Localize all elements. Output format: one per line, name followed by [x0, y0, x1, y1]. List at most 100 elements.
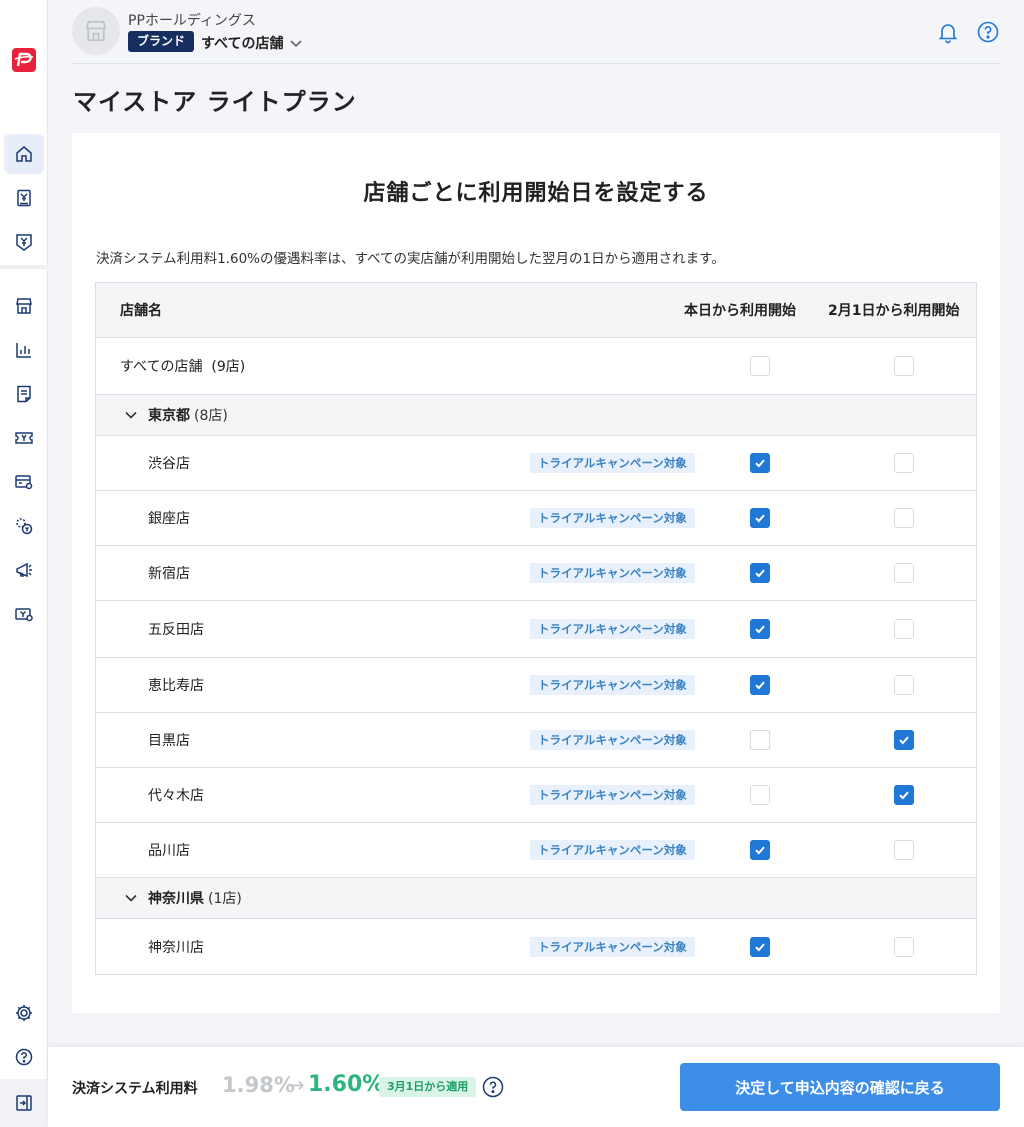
check-icon	[755, 846, 765, 855]
chevron-down-icon	[290, 40, 302, 48]
group-row[interactable]: 東京都 (8店)	[96, 395, 976, 436]
store-icon	[16, 298, 32, 314]
sidebar-item-card-settings[interactable]	[4, 462, 44, 502]
start-feb1-checkbox[interactable]	[894, 675, 914, 695]
start-feb1-checkbox[interactable]	[894, 730, 914, 750]
start-today-checkbox[interactable]	[750, 785, 770, 805]
store-row: 銀座店 トライアルキャンペーン対象	[96, 491, 976, 546]
chevron-down-icon[interactable]	[124, 408, 138, 422]
header-start-today: 本日から利用開始	[684, 303, 796, 319]
sidebar-divider	[0, 265, 48, 269]
table-header-row: 店舗名 本日から利用開始 2月1日から利用開始	[96, 283, 976, 338]
store-selector-label: すべての店舗	[201, 36, 284, 52]
group-row[interactable]: 神奈川県 (1店)	[96, 878, 976, 919]
sidebar-item-coupon[interactable]	[4, 418, 44, 458]
megaphone-icon	[16, 562, 32, 578]
store-selector[interactable]: すべての店舗	[201, 33, 303, 53]
card-description: 決済システム利用料1.60%の優遇料率は、すべての実店舗が利用開始した翌月の1日…	[96, 251, 725, 267]
start-today-checkbox[interactable]	[750, 453, 770, 473]
sidebar-item-promotion[interactable]	[4, 550, 44, 590]
gear-icon	[16, 1005, 32, 1021]
start-today-checkbox[interactable]	[750, 730, 770, 750]
start-feb1-checkbox[interactable]	[894, 563, 914, 583]
all-stores-today-checkbox[interactable]	[750, 356, 770, 376]
store-row: 新宿店 トライアルキャンペーン対象	[96, 546, 976, 601]
start-today-checkbox[interactable]	[750, 675, 770, 695]
store-name: 恵比寿店	[148, 678, 204, 694]
chevron-down-icon[interactable]	[124, 891, 138, 905]
check-icon	[755, 943, 765, 951]
sidebar-item-documents[interactable]	[4, 374, 44, 414]
sidebar-item-home[interactable]	[4, 134, 44, 174]
store-name: 銀座店	[148, 511, 190, 527]
ticket-icon	[15, 432, 33, 444]
sidebar-item-settings[interactable]	[4, 993, 44, 1033]
start-feb1-checkbox[interactable]	[894, 785, 914, 805]
group-label: 神奈川県 (1店)	[148, 888, 242, 908]
all-stores-feb1-checkbox[interactable]	[894, 356, 914, 376]
start-today-checkbox[interactable]	[750, 563, 770, 583]
start-today-checkbox[interactable]	[750, 840, 770, 860]
store-name: 渋谷店	[148, 456, 190, 472]
check-icon	[899, 791, 909, 800]
store-row: 品川店 トライアルキャンペーン対象	[96, 823, 976, 878]
trial-campaign-tag: トライアルキャンペーン対象	[530, 785, 695, 805]
check-icon	[755, 459, 765, 468]
store-row: 渋谷店 トライアルキャンペーン対象	[96, 436, 976, 491]
sidebar-item-points[interactable]	[4, 506, 44, 546]
brand-badge: ブランド	[128, 31, 195, 52]
start-feb1-checkbox[interactable]	[894, 453, 914, 473]
all-stores-row: すべての店舗 (9店)	[96, 338, 976, 395]
sidebar-item-help[interactable]	[4, 1037, 44, 1077]
trial-campaign-tag: トライアルキャンペーン対象	[530, 936, 695, 957]
cash-settings-icon	[15, 608, 33, 622]
store-name: 神奈川店	[148, 939, 204, 956]
start-today-checkbox[interactable]	[750, 619, 770, 639]
bell-icon[interactable]	[936, 20, 960, 44]
sidebar-item-cash-settings[interactable]	[4, 594, 44, 634]
trial-campaign-tag: トライアルキャンペーン対象	[530, 730, 695, 750]
start-feb1-checkbox[interactable]	[894, 936, 914, 957]
logout-icon	[16, 1095, 32, 1111]
help-icon[interactable]	[976, 20, 1000, 44]
submit-button[interactable]: 決定して申込内容の確認に戻る	[680, 1063, 1000, 1111]
group-count: (1店)	[208, 891, 242, 907]
sidebar-item-sales[interactable]	[4, 178, 44, 218]
sidebar	[0, 0, 48, 1127]
check-icon	[755, 569, 765, 578]
fee-old-rate: 1.98%	[222, 1073, 295, 1097]
trial-campaign-tag: トライアルキャンペーン対象	[530, 453, 695, 473]
store-avatar	[72, 7, 120, 55]
sidebar-item-analytics[interactable]	[4, 330, 44, 370]
group-label: 東京都 (8店)	[148, 405, 228, 425]
fee-apply-badge: 3月1日から適用	[379, 1077, 477, 1097]
store-name: 新宿店	[148, 566, 190, 582]
chart-icon	[16, 343, 31, 358]
store-row: 目黒店 トライアルキャンペーン対象	[96, 713, 976, 768]
sidebar-item-store[interactable]	[4, 286, 44, 326]
store-row: 五反田店 トライアルキャンペーン対象	[96, 601, 976, 658]
check-icon	[899, 736, 909, 745]
group-name: 神奈川県	[148, 891, 204, 907]
start-feb1-checkbox[interactable]	[894, 840, 914, 860]
sidebar-item-payment[interactable]	[4, 222, 44, 262]
receipt-yen-icon	[17, 189, 31, 207]
home-icon	[16, 146, 32, 162]
header-store-name: 店舗名	[120, 303, 162, 319]
start-feb1-checkbox[interactable]	[894, 619, 914, 639]
start-today-checkbox[interactable]	[750, 508, 770, 528]
store-name: 五反田店	[148, 622, 204, 638]
sidebar-item-logout[interactable]	[4, 1083, 44, 1123]
document-icon	[17, 385, 31, 403]
fee-arrow: →	[287, 1073, 305, 1097]
fee-new-rate: 1.60%	[308, 1072, 385, 1097]
start-today-checkbox[interactable]	[750, 936, 770, 957]
start-feb1-checkbox[interactable]	[894, 508, 914, 528]
paypay-logo-icon[interactable]	[12, 48, 36, 72]
store-icon	[85, 20, 107, 42]
header-start-feb1: 2月1日から利用開始	[828, 303, 960, 319]
card-settings-icon	[15, 475, 33, 490]
group-count: (8店)	[194, 408, 228, 424]
store-name: 目黒店	[148, 733, 190, 749]
help-icon[interactable]	[482, 1076, 504, 1098]
